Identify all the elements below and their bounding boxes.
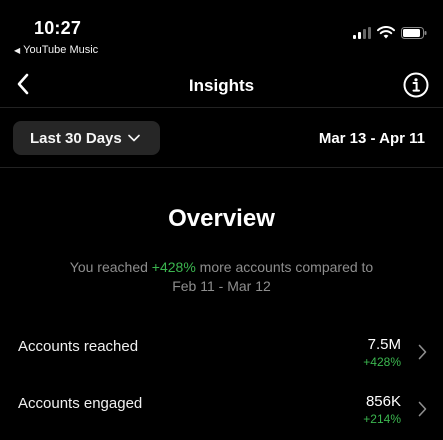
metric-change: +214% — [363, 412, 401, 426]
date-range-text: Mar 13 - Apr 11 — [318, 130, 425, 147]
date-range-label: Last 30 Days — [30, 129, 122, 147]
summary-suffix: more accounts compared to — [195, 259, 374, 275]
battery-icon — [401, 26, 427, 39]
wifi-icon — [377, 26, 395, 39]
metric-value: 856K — [365, 393, 401, 410]
summary-highlight: +428% — [151, 259, 196, 275]
chevron-down-icon — [127, 134, 140, 142]
chevron-right-icon — [418, 344, 427, 360]
signal-icon — [353, 26, 371, 39]
back-to-app-link[interactable]: ◀ YouTube Music — [14, 44, 98, 56]
metric-value: 7.5M — [367, 336, 401, 353]
status-time: 10:27 — [34, 18, 82, 38]
metric-change: +428% — [363, 355, 401, 369]
chevron-right-icon — [418, 401, 427, 417]
metric-row-accounts-reached[interactable]: Accounts reached 7.5M +428% — [0, 330, 443, 378]
metric-label: Accounts engaged — [18, 395, 143, 412]
metric-label: Accounts reached — [18, 338, 139, 355]
summary-prefix: You reached — [69, 259, 152, 275]
back-triangle-icon: ◀ — [14, 45, 21, 55]
filter-row: Last 30 Days Mar 13 - Apr 11 — [0, 108, 443, 168]
date-range-dropdown[interactable]: Last 30 Days — [13, 121, 160, 155]
summary-date-range: Feb 11 - Mar 12 — [172, 278, 271, 294]
overview-title: Overview — [168, 205, 275, 232]
back-app-label: YouTube Music — [23, 44, 99, 56]
status-icons — [353, 26, 427, 39]
nav-bar: Insights — [0, 62, 443, 108]
overview-summary: You reached +428% more accounts compared… — [40, 258, 403, 296]
status-bar: 10:27 ◀ YouTube Music — [0, 0, 443, 62]
metric-row-accounts-engaged[interactable]: Accounts engaged 856K +214% — [0, 387, 443, 435]
info-icon[interactable] — [403, 72, 429, 98]
page-title: Insights — [188, 76, 255, 95]
